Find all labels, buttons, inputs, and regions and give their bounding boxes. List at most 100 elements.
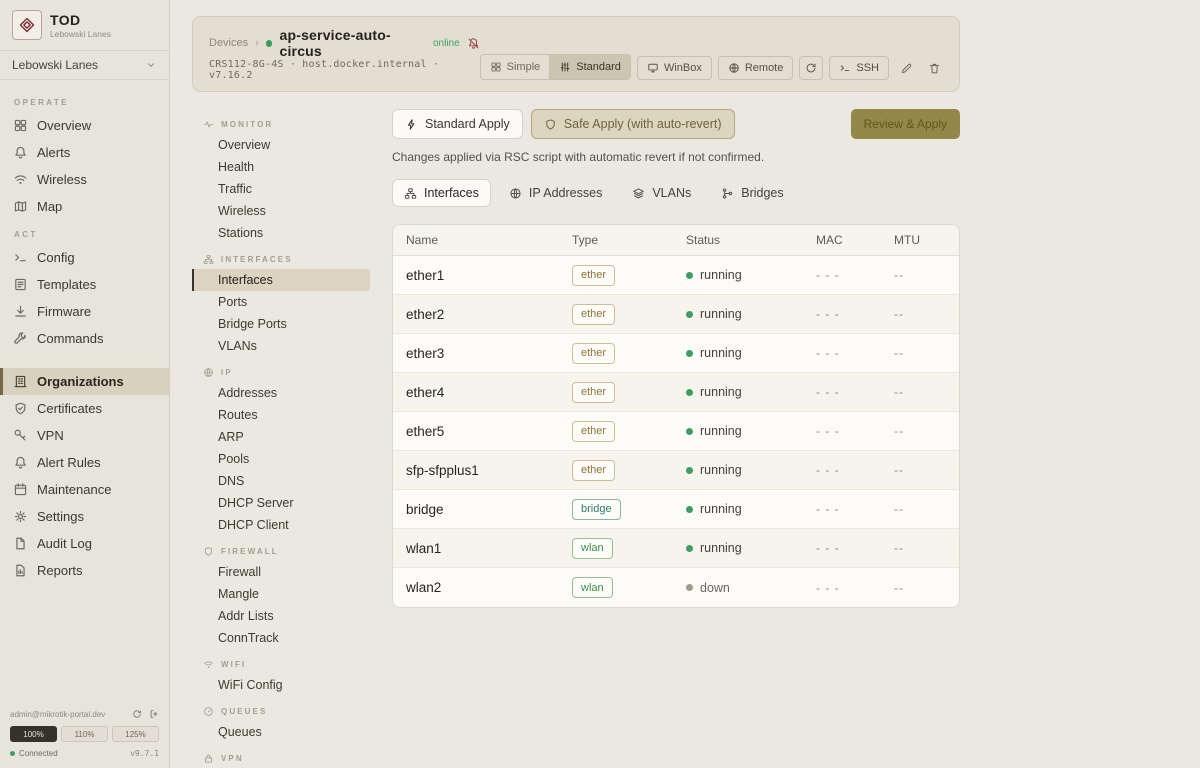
brand: TOD Lebowski Lanes [0, 0, 169, 51]
standard-apply-button[interactable]: Standard Apply [392, 109, 523, 139]
sidebar-item-overview[interactable]: Overview [0, 112, 169, 139]
sidebar-item-config[interactable]: Config [0, 244, 169, 271]
tab-interfaces[interactable]: Interfaces [392, 179, 491, 207]
subnav-item-routes[interactable]: Routes [192, 404, 370, 426]
review-apply-button[interactable]: Review & Apply [851, 109, 960, 139]
delete-button[interactable] [923, 56, 945, 80]
subnav-section-label: FIREWALL [221, 547, 279, 556]
subnav-item-conntrack[interactable]: ConnTrack [192, 627, 370, 649]
interface-name: ether3 [406, 346, 572, 361]
subnav-item-wireless[interactable]: Wireless [192, 200, 370, 222]
zoom-110-button[interactable]: 110% [61, 726, 108, 742]
sidebar-footer: admin@mikrotik-portal.dev 100% 110% 125%… [0, 701, 169, 768]
table-row[interactable]: ether5 ether running - - - -- [393, 412, 959, 451]
status-dot [686, 428, 693, 435]
table-row[interactable]: bridge bridge running - - - -- [393, 490, 959, 529]
sidebar-item-maintenance[interactable]: Maintenance [0, 476, 169, 503]
subnav-item-health[interactable]: Health [192, 156, 370, 178]
sidebar-item-templates[interactable]: Templates [0, 271, 169, 298]
view-standard-button[interactable]: Standard [549, 55, 630, 79]
subnav-item-bridge-ports[interactable]: Bridge Ports [192, 313, 370, 335]
org-selector[interactable]: Lebowski Lanes [0, 51, 169, 80]
subnav-item-dns[interactable]: DNS [192, 470, 370, 492]
tab-vlans[interactable]: VLANs [620, 179, 703, 207]
winbox-button[interactable]: WinBox [637, 56, 712, 80]
sidebar-item-commands[interactable]: Commands [0, 325, 169, 352]
zoom-100-button[interactable]: 100% [10, 726, 57, 742]
subnav-section-vpn: VPN [192, 748, 392, 768]
table-row[interactable]: wlan1 wlan running - - - -- [393, 529, 959, 568]
table-row[interactable]: ether1 ether running - - - -- [393, 256, 959, 295]
subnav-item-overview[interactable]: Overview [192, 134, 370, 156]
ssh-button[interactable]: SSH [829, 56, 889, 80]
breadcrumb: Devices › ap-service-auto-circus online [209, 27, 480, 59]
sidebar-item-firmware[interactable]: Firmware [0, 298, 169, 325]
breadcrumb-separator: › [255, 37, 259, 49]
view-simple-button[interactable]: Simple [481, 55, 550, 79]
subnav-item-stations[interactable]: Stations [192, 222, 370, 244]
alerts-muted-icon[interactable] [467, 37, 480, 50]
sidebar-item-audit-log[interactable]: Audit Log [0, 530, 169, 557]
mtu-value: -- [894, 424, 946, 438]
chevron-down-icon [145, 59, 157, 71]
subnav-item-arp[interactable]: ARP [192, 426, 370, 448]
table-row[interactable]: ether2 ether running - - - -- [393, 295, 959, 334]
sidebar-item-label: Map [37, 199, 62, 214]
table-row[interactable]: ether3 ether running - - - -- [393, 334, 959, 373]
subnav-item-dhcp-client[interactable]: DHCP Client [192, 514, 370, 536]
type-badge: ether [572, 382, 615, 403]
edit-button[interactable] [895, 56, 917, 80]
mac-value: - - - [816, 424, 894, 438]
tab-ip-addresses[interactable]: IP Addresses [497, 179, 614, 207]
subnav-item-pools[interactable]: Pools [192, 448, 370, 470]
subnav-item-traffic[interactable]: Traffic [192, 178, 370, 200]
table-row[interactable]: ether4 ether running - - - -- [393, 373, 959, 412]
status-dot [686, 584, 693, 591]
subnav-item-queues[interactable]: Queues [192, 721, 370, 743]
sidebar-item-alerts[interactable]: Alerts [0, 139, 169, 166]
sidebar-item-settings[interactable]: Settings [0, 503, 169, 530]
subnav-item-mangle[interactable]: Mangle [192, 583, 370, 605]
refresh-button[interactable] [799, 56, 823, 80]
interface-name: wlan2 [406, 580, 572, 595]
report-icon [13, 563, 28, 578]
sidebar-item-organizations[interactable]: Organizations [0, 368, 169, 395]
status-cell: down [686, 581, 816, 595]
subnav-item-vlans[interactable]: VLANs [192, 335, 370, 357]
subnav-item-addr-lists[interactable]: Addr Lists [192, 605, 370, 627]
device-header: Devices › ap-service-auto-circus online … [192, 16, 960, 92]
remote-button[interactable]: Remote [718, 56, 794, 80]
tab-bridges[interactable]: Bridges [709, 179, 795, 207]
sidebar-item-wireless[interactable]: Wireless [0, 166, 169, 193]
status-cell: running [686, 463, 816, 477]
subnav-item-addresses[interactable]: Addresses [192, 382, 370, 404]
breadcrumb-devices[interactable]: Devices [209, 37, 248, 49]
sidebar-item-alert-rules[interactable]: Alert Rules [0, 449, 169, 476]
subnav-item-dhcp-server[interactable]: DHCP Server [192, 492, 370, 514]
safe-apply-button[interactable]: Safe Apply (with auto-revert) [531, 109, 735, 139]
subnav-section-label: QUEUES [221, 707, 267, 716]
status-cell: running [686, 385, 816, 399]
subnav-item-ports[interactable]: Ports [192, 291, 370, 313]
logout-icon[interactable] [149, 709, 159, 719]
sidebar-item-certificates[interactable]: Certificates [0, 395, 169, 422]
safe-apply-label: Safe Apply (with auto-revert) [564, 117, 722, 131]
brand-name: TOD [50, 12, 111, 28]
refresh-session-icon[interactable] [132, 709, 142, 719]
table-row[interactable]: wlan2 wlan down - - - -- [393, 568, 959, 607]
sidebar-item-label: Wireless [37, 172, 87, 187]
zoom-125-button[interactable]: 125% [112, 726, 159, 742]
sidebar-item-vpn[interactable]: VPN [0, 422, 169, 449]
sidebar-item-label: Alert Rules [37, 455, 101, 470]
subnav-section-firewall: FIREWALL [192, 541, 392, 561]
subnav-item-wifi-config[interactable]: WiFi Config [192, 674, 370, 696]
table-row[interactable]: sfp-sfpplus1 ether running - - - -- [393, 451, 959, 490]
sidebar-item-reports[interactable]: Reports [0, 557, 169, 584]
subnav-item-firewall[interactable]: Firewall [192, 561, 370, 583]
subnav-item-interfaces[interactable]: Interfaces [192, 269, 370, 291]
type-badge: ether [572, 343, 615, 364]
mtu-value: -- [894, 346, 946, 360]
type-badge: bridge [572, 499, 621, 520]
mtu-value: -- [894, 307, 946, 321]
sidebar-item-map[interactable]: Map [0, 193, 169, 220]
